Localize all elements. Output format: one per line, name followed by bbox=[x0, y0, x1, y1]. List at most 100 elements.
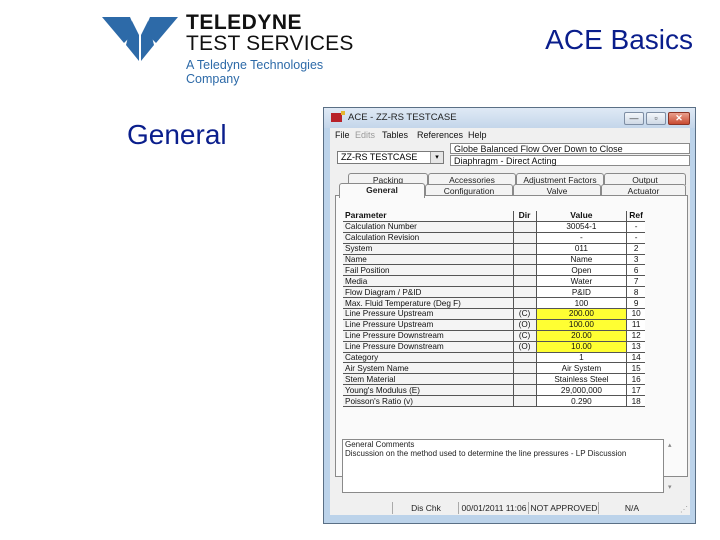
value-cell[interactable]: Air System bbox=[535, 362, 627, 375]
value-cell[interactable]: - bbox=[535, 232, 627, 244]
menu-bar: File Edits Tables References Help bbox=[330, 128, 690, 141]
dir-cell: (C) bbox=[512, 330, 537, 342]
table-row[interactable]: Fail Position Open 6 bbox=[343, 264, 645, 277]
value-cell[interactable]: 10.00 bbox=[535, 341, 627, 353]
ref-cell: 6 bbox=[626, 264, 645, 277]
ref-cell: 12 bbox=[626, 330, 645, 342]
parameter-cell: System bbox=[343, 243, 514, 255]
minimize-button[interactable]: — bbox=[624, 112, 644, 125]
menu-file[interactable]: File bbox=[335, 130, 350, 140]
value-cell[interactable]: Name bbox=[535, 254, 627, 266]
status-check: Dis Chk bbox=[392, 502, 459, 514]
table-row[interactable]: Category 1 14 bbox=[343, 352, 645, 364]
menu-edits[interactable]: Edits bbox=[355, 130, 375, 140]
value-cell[interactable]: 0.290 bbox=[535, 395, 627, 408]
menu-references[interactable]: References bbox=[417, 130, 463, 140]
logo-tagline: A Teledyne Technologies Company bbox=[186, 58, 324, 86]
ref-cell: 13 bbox=[626, 341, 645, 353]
comments-scrollbar[interactable]: ▴ ▾ bbox=[666, 439, 676, 493]
dir-cell: (C) bbox=[512, 308, 537, 320]
table-row[interactable]: System 011 2 bbox=[343, 243, 645, 255]
value-cell[interactable]: 011 bbox=[535, 243, 627, 255]
column-header-value[interactable]: Value bbox=[535, 211, 627, 222]
value-cell[interactable]: Open bbox=[535, 264, 627, 277]
dir-cell bbox=[512, 395, 537, 408]
comments-text: Discussion on the method used to determi… bbox=[345, 448, 627, 458]
status-na: N/A bbox=[598, 502, 665, 514]
dir-cell bbox=[512, 254, 537, 266]
table-row[interactable]: Flow Diagram / P&ID P&ID 8 bbox=[343, 286, 645, 299]
ref-cell: 18 bbox=[626, 395, 645, 408]
value-cell[interactable]: 29,000,000 bbox=[535, 384, 627, 397]
window-titlebar[interactable]: ACE - ZZ-RS TESTCASE — ▫ ✕ bbox=[324, 108, 695, 128]
scroll-down-icon[interactable]: ▾ bbox=[668, 483, 672, 491]
parameter-cell: Young's Modulus (E) bbox=[343, 384, 514, 397]
table-row[interactable]: Max. Fluid Temperature (Deg F) 100 9 bbox=[343, 297, 645, 310]
value-cell[interactable]: 100.00 bbox=[535, 319, 627, 331]
table-row[interactable]: Stem Material Stainless Steel 16 bbox=[343, 373, 645, 386]
value-cell[interactable]: 1 bbox=[535, 352, 627, 364]
menu-help[interactable]: Help bbox=[468, 130, 487, 140]
grid-body: Calculation Number 30054-1- Calculation Re… bbox=[343, 221, 645, 408]
value-cell[interactable]: Water bbox=[535, 275, 627, 288]
value-cell[interactable]: 100 bbox=[535, 297, 627, 310]
table-row[interactable]: Calculation Revision - - bbox=[343, 232, 645, 244]
parameter-cell: Flow Diagram / P&ID bbox=[343, 286, 514, 299]
column-header-ref[interactable]: Ref bbox=[626, 211, 645, 222]
value-cell[interactable]: 200.00 bbox=[535, 308, 627, 320]
dir-cell bbox=[512, 297, 537, 310]
ref-cell: 8 bbox=[626, 286, 645, 299]
window-client: File Edits Tables References Help ZZ-RS … bbox=[330, 128, 690, 515]
dir-cell bbox=[512, 243, 537, 255]
table-row[interactable]: Poisson's Ratio (v) 0.290 18 bbox=[343, 395, 645, 408]
table-row[interactable]: Line Pressure Upstream (O) 100.00 11 bbox=[343, 319, 645, 331]
table-row[interactable]: Line Pressure Downstream (O) 10.00 13 bbox=[343, 341, 645, 353]
actuator-type-line: Diaphragm - Direct Acting bbox=[450, 155, 690, 166]
valve-type-line: Globe Balanced Flow Over Down to Close bbox=[450, 143, 690, 154]
ace-window: ACE - ZZ-RS TESTCASE — ▫ ✕ File Edits Ta… bbox=[323, 107, 696, 524]
parameter-cell: Calculation Number bbox=[343, 221, 514, 233]
value-cell[interactable]: 20.00 bbox=[535, 330, 627, 342]
table-row[interactable]: Line Pressure Downstream (C) 20.00 12 bbox=[343, 330, 645, 342]
parameter-cell: Name bbox=[343, 254, 514, 266]
general-comments-field[interactable]: General Comments Discussion on the metho… bbox=[342, 439, 664, 493]
dir-cell bbox=[512, 232, 537, 244]
column-header-parameter[interactable]: Parameter bbox=[343, 211, 514, 222]
maximize-button[interactable]: ▫ bbox=[646, 112, 666, 125]
parameter-cell: Line Pressure Upstream bbox=[343, 319, 514, 331]
value-cell[interactable]: P&ID bbox=[535, 286, 627, 299]
dir-cell: (O) bbox=[512, 319, 537, 331]
parameter-cell: Air System Name bbox=[343, 362, 514, 375]
ref-cell: 15 bbox=[626, 362, 645, 375]
parameter-cell: Fail Position bbox=[343, 264, 514, 277]
table-row[interactable]: Air System Name Air System 15 bbox=[343, 362, 645, 375]
tab-general[interactable]: General bbox=[339, 183, 425, 198]
ref-cell: 10 bbox=[626, 308, 645, 320]
menu-tables[interactable]: Tables bbox=[382, 130, 408, 140]
parameter-cell: Line Pressure Upstream bbox=[343, 308, 514, 320]
table-row[interactable]: Calculation Number 30054-1- bbox=[343, 221, 645, 233]
resize-grip-icon[interactable]: ⋰ bbox=[680, 505, 688, 514]
table-row[interactable]: Media Water 7 bbox=[343, 275, 645, 288]
status-date: 00/01/2011 11:06 bbox=[458, 502, 529, 514]
dir-cell bbox=[512, 221, 537, 233]
ref-cell: 17 bbox=[626, 384, 645, 397]
column-header-dir[interactable]: Dir bbox=[512, 211, 537, 222]
parameter-cell: Stem Material bbox=[343, 373, 514, 386]
table-row[interactable]: Name Name 3 bbox=[343, 254, 645, 266]
status-bar: Dis Chk 00/01/2011 11:06 NOT APPROVED N/… bbox=[330, 501, 690, 515]
parameter-grid: Parameter Dir Value Ref Calculation Numb… bbox=[343, 211, 645, 408]
table-row[interactable]: Young's Modulus (E) 29,000,000 17 bbox=[343, 384, 645, 397]
value-cell[interactable]: 30054-1 bbox=[535, 221, 627, 233]
dir-cell bbox=[512, 373, 537, 386]
case-select[interactable]: ZZ-RS TESTCASE ▾ bbox=[337, 151, 444, 164]
scroll-up-icon[interactable]: ▴ bbox=[668, 441, 672, 449]
grid-header-row: Parameter Dir Value Ref bbox=[343, 211, 645, 222]
chevron-down-icon[interactable]: ▾ bbox=[430, 152, 443, 163]
value-cell[interactable]: Stainless Steel bbox=[535, 373, 627, 386]
table-row[interactable]: Line Pressure Upstream (C) 200.00 10 bbox=[343, 308, 645, 320]
dir-cell bbox=[512, 264, 537, 277]
case-select-value: ZZ-RS TESTCASE bbox=[341, 152, 418, 162]
close-button[interactable]: ✕ bbox=[668, 112, 690, 125]
parameter-cell: Calculation Revision bbox=[343, 232, 514, 244]
